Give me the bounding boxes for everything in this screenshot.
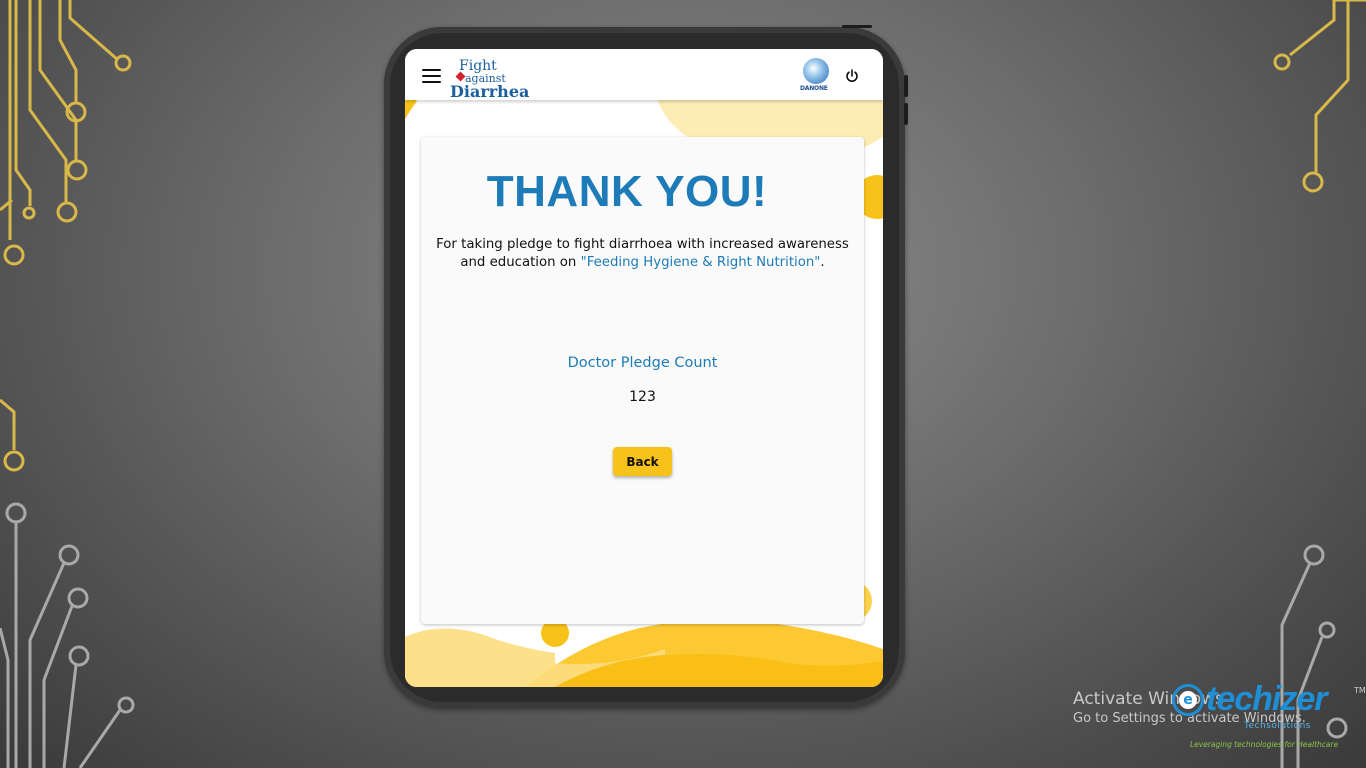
techizer-trademark: TM bbox=[1354, 686, 1366, 695]
techizer-subtitle: Techsolutions bbox=[1244, 721, 1311, 731]
danone-globe-icon bbox=[803, 58, 829, 84]
fight-against-diarrhea-logo[interactable]: Fight against Diarrhea bbox=[447, 55, 529, 101]
thank-you-card: THANK YOU! For taking pledge to fight di… bbox=[421, 137, 864, 624]
pledge-message: For taking pledge to fight diarrhoea wit… bbox=[427, 236, 858, 272]
tablet-side-button bbox=[904, 103, 908, 125]
doctor-pledge-count-value: 123 bbox=[629, 389, 656, 405]
techizer-tagline: Leveraging technologies for Healthcare bbox=[1190, 740, 1339, 749]
power-icon[interactable] bbox=[845, 69, 859, 83]
back-button[interactable]: Back bbox=[613, 447, 672, 476]
tablet-top-button bbox=[842, 25, 872, 28]
danone-logo-text: DANONE bbox=[800, 85, 828, 92]
doctor-pledge-count-label: Doctor Pledge Count bbox=[567, 355, 718, 371]
tablet-frame: Fight against Diarrhea DANONE THANK YOU!… bbox=[384, 25, 908, 708]
tablet-side-button bbox=[904, 75, 908, 97]
techizer-e-letter: e bbox=[1179, 691, 1197, 709]
techizer-brand-name: techizer bbox=[1206, 680, 1327, 718]
app-screen: Fight against Diarrhea DANONE THANK YOU!… bbox=[405, 49, 883, 687]
pledge-message-end: . bbox=[820, 255, 825, 270]
hamburger-menu-icon[interactable] bbox=[422, 69, 441, 83]
app-bar: Fight against Diarrhea DANONE bbox=[405, 49, 883, 101]
thank-you-heading: THANK YOU! bbox=[486, 167, 768, 216]
pledge-message-highlight: "Feeding Hygiene & Right Nutrition" bbox=[580, 255, 821, 270]
logo-line-3: Diarrhea bbox=[450, 82, 530, 101]
techizer-logo: e techizer TM Techsolutions Leveraging t… bbox=[1148, 676, 1366, 756]
danone-logo: DANONE bbox=[800, 58, 830, 96]
